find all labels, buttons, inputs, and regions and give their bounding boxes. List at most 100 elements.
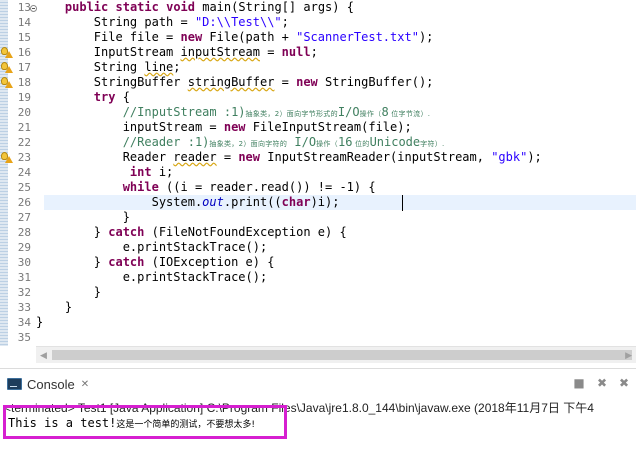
code-line[interactable]: inputStream = new FileInputStream(file); (36, 120, 412, 135)
line-number: 22 (8, 135, 32, 150)
line-number-text: 31 (17, 271, 31, 284)
line-number-text: 18 (17, 76, 31, 89)
horizontal-scrollbar[interactable]: ◀ ▶ (36, 346, 636, 363)
line-number: 14 (8, 15, 32, 30)
output-highlight-box (3, 405, 287, 439)
code-line[interactable]: while ((i = reader.read()) != -1) { (36, 180, 376, 195)
code-line[interactable]: String line; (36, 60, 181, 75)
code-token: null (281, 45, 311, 59)
code-token: catch (108, 225, 145, 239)
code-line[interactable]: } (36, 210, 130, 225)
code-token: ); (418, 30, 434, 44)
code-token: String (36, 60, 145, 74)
code-token: = (274, 75, 297, 89)
console-header: Console ✕ ■ ✖ ✖ (0, 368, 636, 396)
line-number-text: 30 (17, 256, 31, 269)
code-line[interactable]: int i; (36, 165, 173, 180)
code-token: static (115, 0, 159, 14)
code-token: char (281, 195, 311, 209)
code-token: ); (527, 150, 542, 164)
console-tab-label: Console (27, 376, 75, 392)
code-line[interactable]: } (36, 300, 72, 315)
line-number-text: 33 (17, 301, 31, 314)
line-number: 25 (8, 180, 32, 195)
code-line[interactable]: } catch (IOException e) { (36, 255, 275, 270)
code-token: new (296, 75, 318, 89)
code-token: ; (173, 60, 181, 74)
code-line[interactable]: //InputStream :1)抽象类，2）面向字节形式的I/O操作（8 位字… (36, 105, 430, 120)
line-number-text: 34 (17, 316, 31, 329)
line-number-text: 26 (17, 196, 31, 209)
line-number: 29 (8, 240, 32, 255)
code-token: } (36, 285, 102, 299)
code-line[interactable]: e.printStackTrace(); (36, 270, 268, 285)
code-line[interactable]: Reader reader = new InputStreamReader(in… (36, 150, 542, 165)
code-line[interactable]: String path = "D:\\Test\\"; (36, 15, 289, 30)
code-token: StringBuffer (36, 75, 188, 89)
code-token: 操作（ (316, 140, 338, 148)
clear-console-icon[interactable]: ■ (572, 376, 586, 390)
code-line[interactable]: //Reader :1)抽象类，2）面向字符的 I/O操作（16 位的Unico… (36, 135, 445, 150)
code-token: 位字节流）. (388, 110, 431, 118)
code-token: main(String[] args) { (195, 0, 354, 14)
line-number-text: 23 (17, 151, 31, 164)
warning-icon[interactable] (1, 47, 13, 58)
code-token: } (36, 300, 73, 314)
code-token: = (216, 150, 239, 164)
code-token: 字符）. (420, 140, 445, 148)
code-token: (FileNotFoundException e) { (144, 225, 347, 239)
code-editor[interactable]: 13 14 15 16 17 18 19 20 21 22 23 24 25 26 27 28 29 30 31 32… (0, 0, 636, 346)
warning-icon[interactable] (1, 62, 13, 73)
code-line[interactable]: File file = new File(path + "ScannerTest… (36, 30, 434, 45)
close-icon[interactable]: ✕ (81, 379, 89, 390)
line-number-text: 32 (17, 286, 31, 299)
scroll-right-icon[interactable]: ▶ (625, 351, 632, 361)
code-line[interactable]: System.out.print((char)i); (36, 195, 340, 210)
code-token: inputStream (180, 45, 260, 59)
code-line[interactable]: InputStream inputStream = null; (36, 45, 318, 60)
line-number-text: 29 (17, 241, 31, 254)
remove-all-terminated-icon[interactable]: ✖ (617, 376, 631, 390)
line-number: 24 (8, 165, 32, 180)
line-number: 28 (8, 225, 32, 240)
line-number-text: 21 (17, 121, 31, 134)
code-line[interactable]: public static void main(String[] args) { (36, 0, 354, 15)
code-line[interactable]: try { (36, 90, 130, 105)
line-number-text: 24 (17, 166, 31, 179)
line-number-text: 27 (17, 211, 31, 224)
code-token: //InputStream :1) (122, 105, 246, 119)
text-caret (402, 195, 403, 211)
line-number-text: 15 (17, 31, 31, 44)
tab-console[interactable]: Console ✕ (3, 373, 95, 395)
remove-launch-icon[interactable]: ✖ (595, 376, 609, 390)
code-token: inputStream = (36, 120, 224, 134)
code-line[interactable]: } catch (FileNotFoundException e) { (36, 225, 347, 240)
line-number-text: 20 (17, 106, 31, 119)
code-line[interactable]: StringBuffer stringBuffer = new StringBu… (36, 75, 434, 90)
line-number: 21 (8, 120, 32, 135)
code-line[interactable]: } (36, 285, 101, 300)
code-token: .print(( (223, 195, 282, 209)
code-token: 8 (381, 105, 389, 119)
code-area[interactable]: public static void main(String[] args) {… (36, 0, 636, 346)
code-token: //Reader :1) (122, 135, 210, 149)
code-line[interactable]: e.printStackTrace(); (36, 240, 268, 255)
warning-icon[interactable] (1, 152, 13, 163)
line-number: 13 (8, 0, 37, 15)
code-token: File file = (36, 30, 181, 44)
code-line[interactable]: } (36, 315, 43, 330)
line-number: 19 (8, 90, 32, 105)
line-number-text: 35 (17, 331, 31, 344)
scrollbar-thumb[interactable] (52, 350, 632, 360)
code-token: } (36, 210, 130, 224)
code-token: Unicode (369, 135, 421, 149)
scroll-left-icon[interactable]: ◀ (40, 351, 47, 361)
line-number-text: 17 (17, 61, 31, 74)
line-number: 34 (8, 315, 32, 330)
warning-icon[interactable] (1, 77, 13, 88)
